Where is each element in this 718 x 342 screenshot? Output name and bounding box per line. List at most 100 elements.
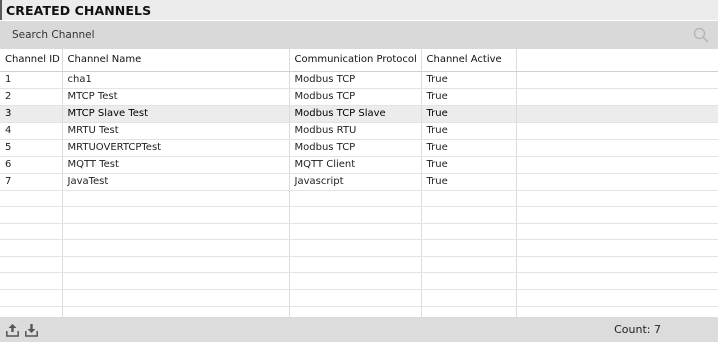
cell-channel-id: 5 — [0, 139, 63, 157]
table-header-row: Channel ID Channel Name Communication Pr… — [0, 49, 718, 72]
column-header-communication-protocol[interactable]: Communication Protocol — [289, 49, 422, 72]
empty-cell — [289, 306, 422, 317]
cell-channel-active: True — [421, 105, 517, 123]
cell-filler — [516, 105, 718, 123]
cell-communication-protocol: Modbus RTU — [289, 122, 422, 140]
upload-icon[interactable] — [5, 322, 19, 338]
empty-table-row — [0, 223, 718, 241]
empty-cell — [421, 206, 517, 224]
cell-channel-id: 3 — [0, 105, 63, 123]
empty-cell — [289, 272, 422, 291]
empty-cell — [62, 289, 290, 307]
search-icon[interactable] — [692, 26, 710, 44]
empty-cell — [62, 306, 290, 317]
empty-cell — [516, 239, 718, 257]
table-row[interactable]: 6 MQTT Test MQTT Client True — [0, 156, 718, 174]
empty-cell — [62, 256, 290, 274]
cell-filler — [516, 173, 718, 191]
cell-channel-name: MTCP Slave Test — [62, 105, 290, 123]
cell-channel-active: True — [421, 88, 517, 106]
empty-cell — [62, 223, 290, 241]
empty-cell — [0, 289, 63, 307]
empty-cell — [421, 256, 517, 274]
cell-filler — [516, 88, 718, 106]
empty-cell — [516, 289, 718, 307]
empty-cell — [0, 256, 63, 274]
cell-communication-protocol: Javascript — [289, 173, 422, 191]
empty-cell — [516, 306, 718, 317]
channels-table: Channel ID Channel Name Communication Pr… — [0, 49, 718, 317]
cell-channel-id: 1 — [0, 71, 63, 89]
table-row[interactable]: 7 JavaTest Javascript True — [0, 173, 718, 191]
empty-cell — [516, 223, 718, 241]
column-header-filler — [516, 49, 718, 72]
empty-cell — [516, 206, 718, 224]
cell-channel-id: 4 — [0, 122, 63, 140]
empty-cell — [0, 223, 63, 241]
row-count-label: Count: 7 — [614, 323, 661, 336]
cell-communication-protocol: MQTT Client — [289, 156, 422, 174]
cell-channel-name: MRTU Test — [62, 122, 290, 140]
cell-channel-active: True — [421, 71, 517, 89]
cell-channel-id: 2 — [0, 88, 63, 106]
empty-cell — [289, 239, 422, 257]
panel-footer: Count: 7 — [0, 317, 718, 342]
column-header-channel-id[interactable]: Channel ID — [0, 49, 63, 72]
empty-table-row — [0, 272, 718, 291]
empty-table-row — [0, 289, 718, 307]
cell-channel-name: cha1 — [62, 71, 290, 89]
cell-filler — [516, 71, 718, 89]
cell-channel-active: True — [421, 139, 517, 157]
empty-cell — [0, 306, 63, 317]
empty-cell — [0, 272, 63, 291]
cell-filler — [516, 156, 718, 174]
table-row[interactable]: 5 MRTUOVERTCPTest Modbus TCP True — [0, 139, 718, 157]
empty-cell — [62, 190, 290, 208]
empty-cell — [0, 190, 63, 208]
empty-cell — [62, 239, 290, 257]
channels-table-container: Channel ID Channel Name Communication Pr… — [0, 49, 718, 317]
empty-cell — [516, 272, 718, 291]
cell-channel-name: JavaTest — [62, 173, 290, 191]
table-row[interactable]: 2 MTCP Test Modbus TCP True — [0, 88, 718, 106]
cell-channel-name: MTCP Test — [62, 88, 290, 106]
cell-communication-protocol: Modbus TCP — [289, 71, 422, 89]
cell-channel-name: MRTUOVERTCPTest — [62, 139, 290, 157]
empty-table-row — [0, 306, 718, 317]
cell-communication-protocol: Modbus TCP — [289, 88, 422, 106]
cell-channel-active: True — [421, 122, 517, 140]
table-row[interactable]: 1 cha1 Modbus TCP True — [0, 71, 718, 89]
column-header-channel-active[interactable]: Channel Active — [421, 49, 517, 72]
empty-cell — [421, 223, 517, 241]
table-body: 1 cha1 Modbus TCP True 2 MTCP Test Modbus TCP T… — [0, 71, 718, 317]
search-bar — [0, 21, 718, 49]
cell-channel-active: True — [421, 173, 517, 191]
empty-cell — [421, 272, 517, 291]
cell-communication-protocol: Modbus TCP — [289, 139, 422, 157]
table-row[interactable]: 3 MTCP Slave Test Modbus TCP Slave True — [0, 105, 718, 123]
empty-cell — [289, 190, 422, 208]
column-header-channel-name[interactable]: Channel Name — [62, 49, 290, 72]
empty-cell — [421, 306, 517, 317]
empty-cell — [516, 190, 718, 208]
empty-cell — [421, 190, 517, 208]
cell-filler — [516, 139, 718, 157]
empty-cell — [289, 289, 422, 307]
empty-cell — [62, 206, 290, 224]
empty-cell — [421, 239, 517, 257]
cell-communication-protocol: Modbus TCP Slave — [289, 105, 422, 123]
download-icon[interactable] — [24, 322, 38, 338]
cell-channel-name: MQTT Test — [62, 156, 290, 174]
empty-cell — [421, 289, 517, 307]
cell-channel-id: 6 — [0, 156, 63, 174]
empty-cell — [0, 239, 63, 257]
empty-table-row — [0, 190, 718, 208]
empty-cell — [289, 256, 422, 274]
empty-cell — [289, 206, 422, 224]
empty-cell — [516, 256, 718, 274]
empty-cell — [62, 272, 290, 291]
created-channels-panel: CREATED CHANNELS Channel ID Channel Name… — [0, 0, 718, 342]
empty-cell — [289, 223, 422, 241]
table-row[interactable]: 4 MRTU Test Modbus RTU True — [0, 122, 718, 140]
search-input[interactable] — [0, 21, 692, 49]
